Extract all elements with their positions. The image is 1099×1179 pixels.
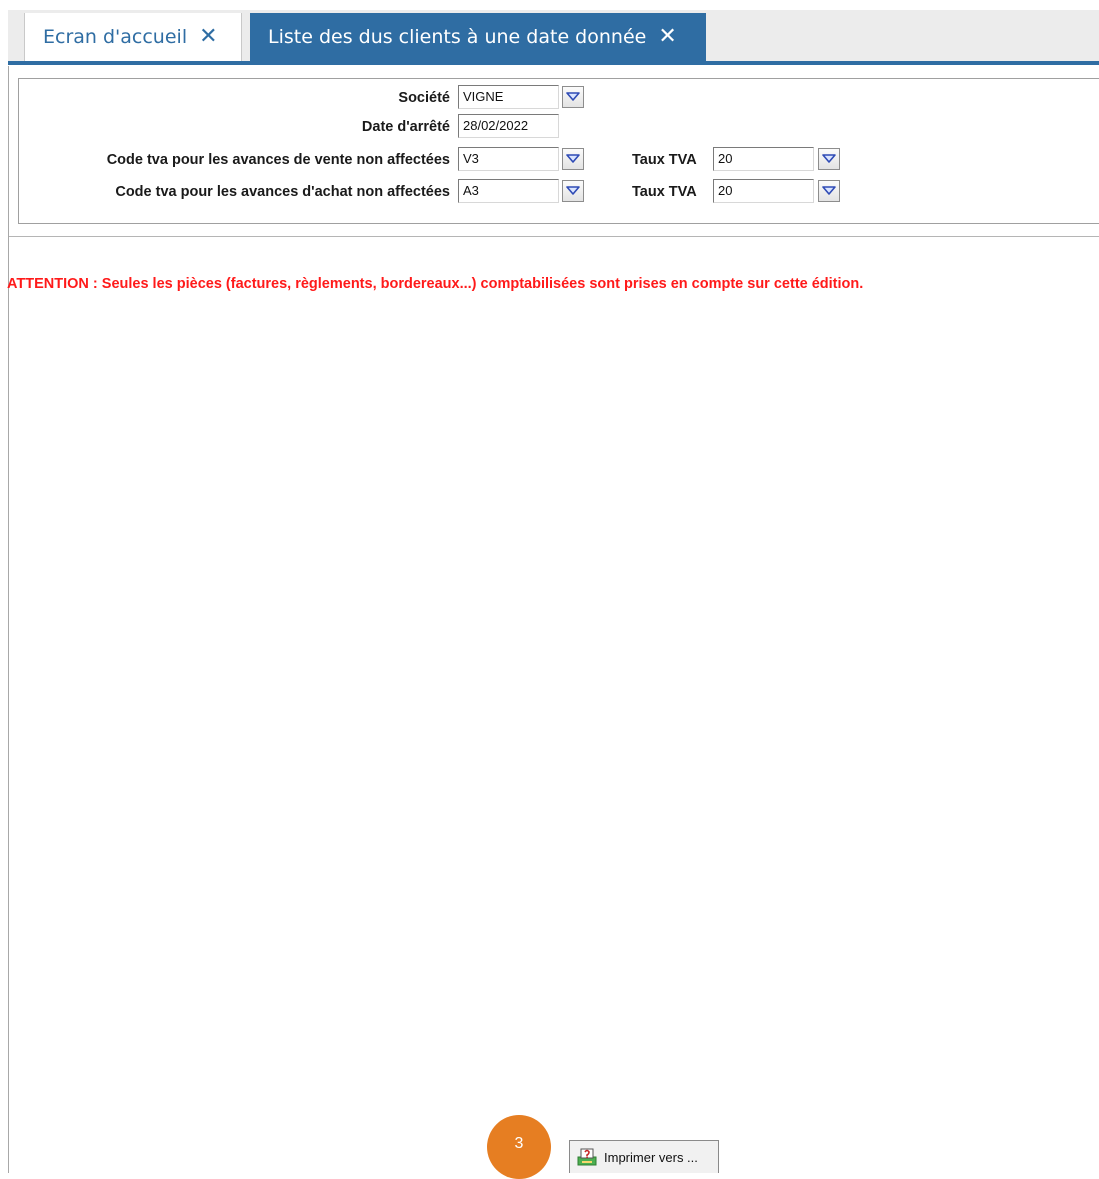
tab-home-label: Ecran d'accueil <box>43 26 188 48</box>
vente-taux-label: Taux TVA <box>632 152 697 168</box>
chevron-down-icon <box>822 186 836 195</box>
content-panel: Société VIGNE Date d'arrêté 28/02/2022 C… <box>8 66 1099 1173</box>
vente-label: Code tva pour les avances de vente non a… <box>106 152 450 168</box>
vente-dropdown-button[interactable] <box>562 148 584 170</box>
tab-dus-clients[interactable]: Liste des dus clients à une date donnée … <box>250 13 706 61</box>
achat-label: Code tva pour les avances d'achat non af… <box>115 184 450 200</box>
achat-code-field[interactable]: A3 <box>458 179 559 203</box>
chevron-down-icon <box>566 154 580 163</box>
section-divider <box>9 236 1099 237</box>
close-icon[interactable]: ✕ <box>199 26 217 48</box>
step-marker: 3 <box>487 1115 551 1179</box>
societe-field[interactable]: VIGNE <box>458 85 559 109</box>
app-window: Ecran d'accueil ✕ Liste des dus clients … <box>0 0 1099 1179</box>
close-icon[interactable]: ✕ <box>658 26 676 48</box>
date-label: Date d'arrêté <box>361 119 450 135</box>
tab-dus-clients-label: Liste des dus clients à une date donnée <box>268 26 647 48</box>
vente-taux-dropdown-button[interactable] <box>818 148 840 170</box>
vente-code-field[interactable]: V3 <box>458 147 559 171</box>
societe-label: Société <box>398 90 450 106</box>
achat-taux-label: Taux TVA <box>632 184 697 200</box>
chevron-down-icon <box>822 154 836 163</box>
vente-taux-field[interactable]: 20 <box>713 147 814 171</box>
print-button-label: Imprimer vers ... <box>604 1149 698 1165</box>
achat-dropdown-button[interactable] <box>562 180 584 202</box>
societe-dropdown-button[interactable] <box>562 86 584 108</box>
date-field[interactable]: 28/02/2022 <box>458 114 559 138</box>
achat-taux-dropdown-button[interactable] <box>818 180 840 202</box>
chevron-down-icon <box>566 186 580 195</box>
chevron-down-icon <box>566 92 580 101</box>
tab-home[interactable]: Ecran d'accueil ✕ <box>24 13 242 61</box>
printer-icon <box>577 1148 597 1166</box>
warning-message: ATTENTION : Seules les pièces (factures,… <box>7 276 864 292</box>
print-button[interactable]: Imprimer vers ... <box>569 1140 719 1173</box>
tab-bar: Ecran d'accueil ✕ Liste des dus clients … <box>8 10 1099 65</box>
achat-taux-field[interactable]: 20 <box>713 179 814 203</box>
